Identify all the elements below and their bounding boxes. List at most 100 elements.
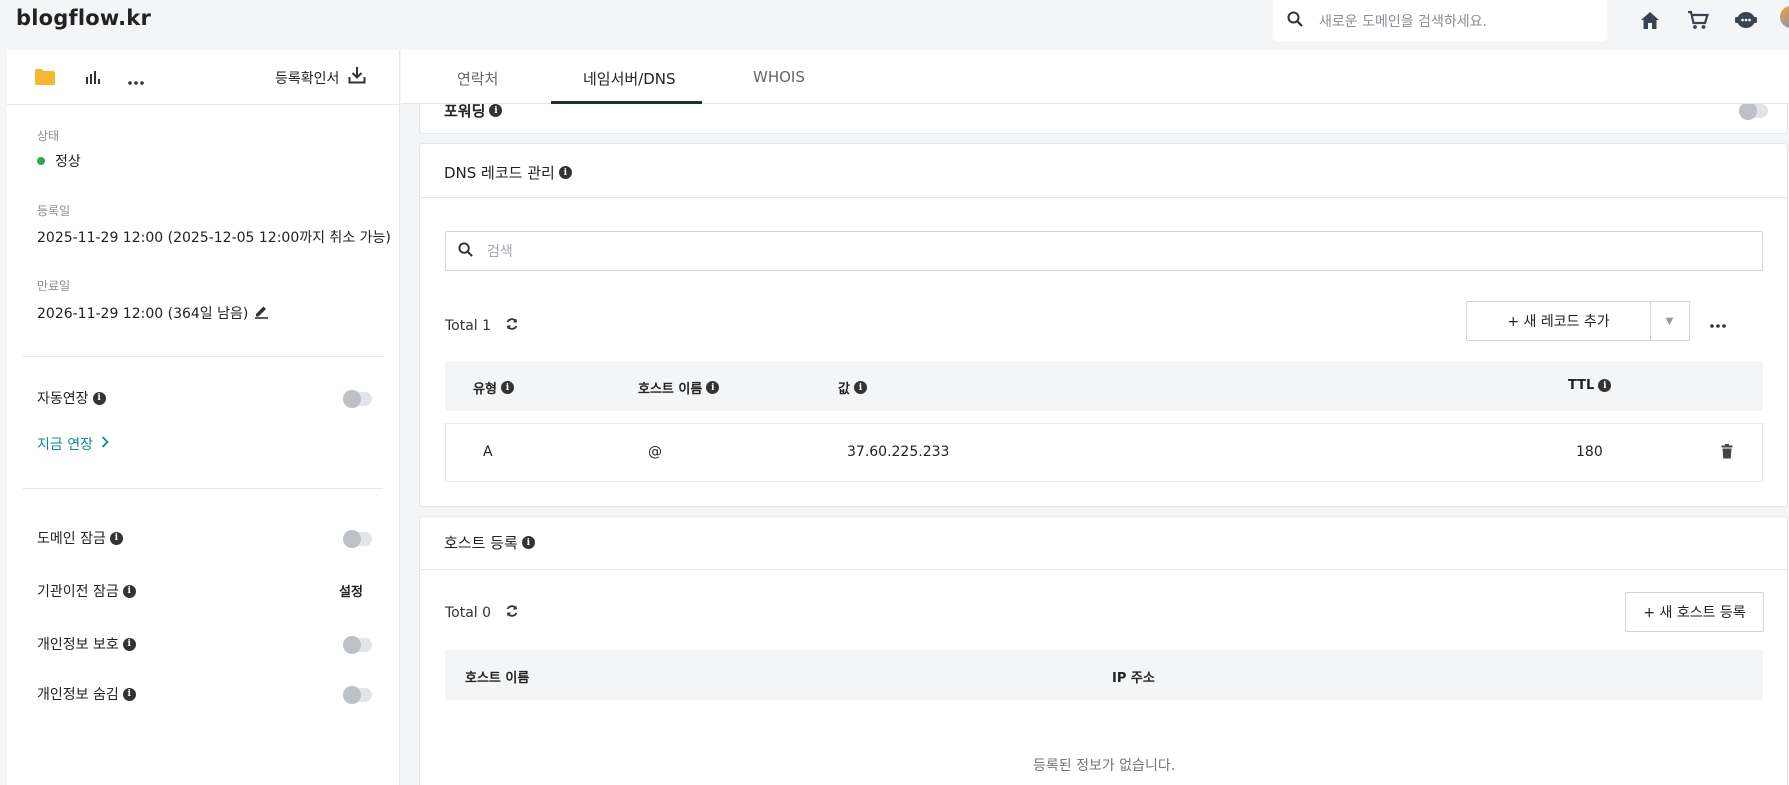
cart-icon[interactable] xyxy=(1686,8,1710,32)
record-ttl: 180 xyxy=(1576,444,1603,460)
table-row[interactable]: A @ 37.60.225.233 180 xyxy=(445,423,1763,482)
chevron-right-icon xyxy=(101,436,109,452)
divider xyxy=(23,356,383,357)
transfer-lock-setting-button[interactable]: 설정 xyxy=(339,581,363,600)
info-icon[interactable]: i xyxy=(1598,379,1612,392)
add-record-button[interactable]: + 새 레코드 추가 xyxy=(1466,301,1651,341)
refresh-icon[interactable] xyxy=(505,317,519,335)
record-value: 37.60.225.233 xyxy=(847,444,950,460)
forwarding-title-row: 포워딩 i xyxy=(444,104,503,121)
privacy-protect-label: 개인정보 보호 xyxy=(37,637,119,653)
column-host: 호스트 이름 i xyxy=(638,378,720,397)
dns-table-header: 유형 i 호스트 이름 i 값i TTL i xyxy=(445,361,1763,411)
tab-bar: 연락처 네임서버/DNS WHOIS xyxy=(401,50,1789,104)
info-icon[interactable]: i xyxy=(521,536,535,549)
support-icon[interactable] xyxy=(1734,8,1758,32)
domain-info-panel: 등록확인서 상태 정상 등록일 2025-11-29 12:00 (2025-1… xyxy=(7,50,400,785)
empty-message: 등록된 정보가 없습니다. xyxy=(1033,758,1176,774)
column-ttl: TTL i xyxy=(1568,378,1612,393)
divider xyxy=(420,569,1787,570)
forwarding-card: 포워딩 i xyxy=(419,104,1788,134)
domain-lock-row: 도메인 잠금 i xyxy=(37,528,123,548)
privacy-protect-toggle[interactable] xyxy=(343,636,372,654)
home-icon[interactable] xyxy=(1638,8,1662,32)
privacy-hide-label: 개인정보 숨김 xyxy=(37,687,119,703)
edit-icon[interactable] xyxy=(254,304,269,323)
privacy-hide-row: 개인정보 숨김 i xyxy=(37,684,136,704)
info-icon[interactable]: i xyxy=(500,381,514,394)
avatar[interactable] xyxy=(1780,6,1789,28)
column-type: 유형 i xyxy=(473,378,514,397)
info-icon[interactable]: i xyxy=(853,381,867,394)
forwarding-toggle[interactable] xyxy=(1739,104,1768,120)
dns-title-row: DNS 레코드 관리 i xyxy=(444,162,572,183)
record-host: @ xyxy=(648,444,662,460)
add-host-button[interactable]: + 새 호스트 등록 xyxy=(1625,592,1764,632)
registered-value: 2025-11-29 12:00 (2025-12-05 12:00까지 취소 … xyxy=(37,230,391,246)
certificate-button[interactable]: 등록확인서 xyxy=(275,68,339,88)
status-dot-icon xyxy=(37,157,45,165)
info-icon[interactable]: i xyxy=(109,531,123,545)
expiry-row: 2026-11-29 12:00 (364일 남음) xyxy=(37,303,269,323)
renew-now-link[interactable]: 지금 연장 xyxy=(37,434,109,454)
divider xyxy=(420,197,1787,198)
domain-search-placeholder: 새로운 도메인을 검색하세요. xyxy=(1319,13,1487,30)
host-total-row: Total 0 xyxy=(445,604,519,622)
divider xyxy=(23,488,383,489)
dns-total-row: Total 1 xyxy=(445,317,519,335)
dns-records-card: DNS 레코드 관리 i 검색 Total 1 + 새 레코드 추가 ▼ 유형 i… xyxy=(419,143,1788,507)
tab-nameserver-dns[interactable]: 네임서버/DNS xyxy=(583,68,676,89)
info-icon[interactable]: i xyxy=(122,637,136,651)
expiry-label: 만료일 xyxy=(37,279,71,293)
dns-title: DNS 레코드 관리 xyxy=(444,164,555,182)
transfer-lock-label: 기관이전 잠금 xyxy=(37,584,119,600)
column-value: 값i xyxy=(838,378,867,397)
host-title: 호스트 등록 xyxy=(444,534,518,552)
status-value: 정상 xyxy=(55,154,81,170)
download-icon[interactable] xyxy=(348,66,366,88)
refresh-icon[interactable] xyxy=(505,604,519,622)
add-record-dropdown-toggle[interactable]: ▼ xyxy=(1650,301,1690,341)
record-type: A xyxy=(483,444,493,460)
domain-search-input[interactable]: 새로운 도메인을 검색하세요. xyxy=(1273,0,1607,41)
registered-label: 등록일 xyxy=(37,204,71,218)
privacy-protect-row: 개인정보 보호 i xyxy=(37,634,136,654)
dns-search-placeholder: 검색 xyxy=(487,244,513,260)
renew-now-label: 지금 연장 xyxy=(37,437,93,453)
tab-whois[interactable]: WHOIS xyxy=(753,68,805,86)
more-icon[interactable] xyxy=(127,74,145,90)
expiry-value: 2026-11-29 12:00 (364일 남음) xyxy=(37,306,249,322)
caret-down-icon: ▼ xyxy=(1665,315,1674,327)
bar-chart-icon[interactable] xyxy=(85,69,101,89)
host-table-header: 호스트 이름 IP 주소 xyxy=(445,650,1763,700)
info-icon[interactable]: i xyxy=(92,391,106,405)
brand-title: blogflow.kr xyxy=(16,6,152,30)
host-registration-card: 호스트 등록 i Total 0 + 새 호스트 등록 호스트 이름 IP 주소… xyxy=(419,516,1788,785)
domain-lock-toggle[interactable] xyxy=(343,530,372,548)
host-title-row: 호스트 등록 i xyxy=(444,532,535,553)
info-icon[interactable]: i xyxy=(122,584,136,598)
search-icon xyxy=(458,241,473,261)
tab-contacts[interactable]: 연락처 xyxy=(457,68,498,89)
folder-icon[interactable] xyxy=(34,68,56,90)
info-icon[interactable]: i xyxy=(489,104,503,117)
domain-lock-label: 도메인 잠금 xyxy=(37,531,106,547)
dns-total-count: Total 1 xyxy=(445,318,492,334)
status-label: 상태 xyxy=(37,129,60,143)
host-total-count: Total 0 xyxy=(445,605,492,621)
forwarding-title: 포워딩 xyxy=(444,104,486,120)
privacy-hide-toggle[interactable] xyxy=(343,686,372,704)
info-icon[interactable]: i xyxy=(122,687,136,701)
transfer-lock-row: 기관이전 잠금 i xyxy=(37,581,136,601)
column-ip-address: IP 주소 xyxy=(1112,671,1155,686)
info-icon[interactable]: i xyxy=(706,381,720,394)
info-icon[interactable]: i xyxy=(558,166,572,179)
trash-icon[interactable] xyxy=(1721,444,1733,463)
left-toolbar: 등록확인서 xyxy=(7,50,400,105)
auto-renew-row: 자동연장 i xyxy=(37,388,106,408)
auto-renew-toggle[interactable] xyxy=(343,390,372,408)
column-host-name: 호스트 이름 xyxy=(465,671,530,686)
auto-renew-label: 자동연장 xyxy=(37,391,89,407)
dns-search-input[interactable]: 검색 xyxy=(445,231,1763,271)
more-icon[interactable] xyxy=(1709,317,1727,333)
